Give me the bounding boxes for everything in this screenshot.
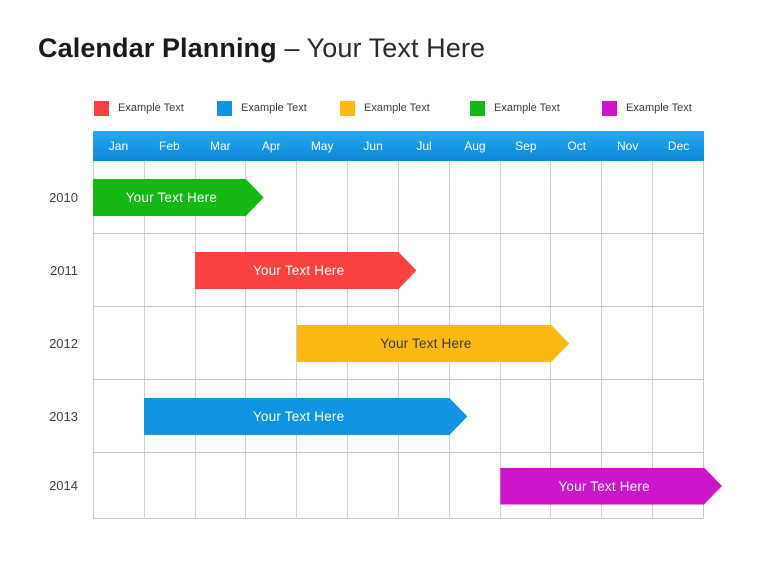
timeline-bar-label-2013: Your Text Here [252, 409, 345, 424]
calendar-cell-2014-may[interactable] [297, 453, 349, 519]
calendar-cell-2010-may[interactable] [297, 161, 349, 233]
calendar-cell-2010-jun[interactable] [348, 161, 399, 233]
legend-swatch-yellow [340, 100, 355, 116]
calendar-cell-2012-feb[interactable] [145, 307, 196, 379]
month-header-oct[interactable]: Oct [551, 131, 602, 161]
legend-swatch-green [470, 100, 485, 116]
calendar-cell-2011-aug[interactable] [450, 234, 501, 306]
legend-item-2[interactable]: Example Text [217, 99, 307, 117]
calendar-cell-2010-jul[interactable] [399, 161, 450, 233]
page-title: Calendar Planning – Your Text Here [38, 33, 485, 64]
month-header-dec[interactable]: Dec [653, 131, 704, 161]
month-header-row: Jan Feb Mar Apr May Jun Jul Aug Sep Oct Nov Dec [93, 131, 704, 161]
legend-swatch-red [94, 100, 109, 116]
calendar-cell-2010-dec[interactable] [653, 161, 703, 233]
calendar-cell-2014-feb[interactable] [145, 453, 196, 519]
calendar-cell-2011-jan[interactable] [94, 234, 145, 306]
legend-item-1[interactable]: Example Text [94, 99, 184, 117]
month-header-jun[interactable]: Jun [348, 131, 399, 161]
calendar-cell-2014-mar[interactable] [196, 453, 247, 519]
timeline-bar-2010[interactable]: Your Text Here [93, 179, 264, 216]
calendar-cell-2011-oct[interactable] [551, 234, 603, 306]
month-header-may[interactable]: May [297, 131, 348, 161]
calendar-cell-2011-feb[interactable] [145, 234, 196, 306]
legend-item-4[interactable]: Example Text [470, 99, 560, 117]
calendar-cell-2013-nov[interactable] [602, 380, 654, 452]
month-header-apr[interactable]: Apr [246, 131, 297, 161]
calendar-cell-2011-nov[interactable] [602, 234, 654, 306]
legend-swatch-magenta [602, 100, 617, 116]
calendar-cell-2013-oct[interactable] [551, 380, 603, 452]
calendar-cell-2010-nov[interactable] [602, 161, 654, 233]
year-label-2014: 2014 [49, 478, 78, 493]
timeline-bar-2011[interactable]: Your Text Here [194, 252, 417, 289]
calendar-cell-2013-jan[interactable] [94, 380, 145, 452]
calendar-cell-2010-aug[interactable] [450, 161, 501, 233]
page-title-light: – Your Text Here [276, 33, 486, 63]
month-header-sep[interactable]: Sep [500, 131, 551, 161]
legend-item-3[interactable]: Example Text [340, 99, 430, 117]
month-header-mar[interactable]: Mar [195, 131, 246, 161]
calendar-cell-2013-dec[interactable] [653, 380, 703, 452]
legend-label-2: Example Text [241, 101, 307, 114]
legend-label-4: Example Text [494, 101, 560, 114]
timeline-bar-label-2014: Your Text Here [558, 478, 650, 494]
calendar-cell-2012-apr[interactable] [246, 307, 298, 379]
timeline-bar-label-2011: Your Text Here [252, 263, 345, 278]
timeline-bar-2014[interactable]: Your Text Here [500, 467, 722, 505]
page-title-bold: Calendar Planning [38, 33, 277, 63]
timeline-bar-label-2012: Your Text Here [380, 336, 472, 351]
month-header-jan[interactable]: Jan [93, 131, 144, 161]
timeline-bar-2013[interactable]: Your Text Here [143, 398, 468, 435]
month-header-nov[interactable]: Nov [602, 131, 653, 161]
year-label-2011: 2011 [50, 262, 78, 278]
year-axis: 2010 2011 2012 2013 2014 [20, 131, 78, 519]
month-header-feb[interactable]: Feb [144, 131, 195, 161]
calendar-cell-2014-apr[interactable] [246, 453, 298, 519]
month-header-aug[interactable]: Aug [449, 131, 500, 161]
calendar-cell-2011-dec[interactable] [653, 234, 703, 306]
calendar-cell-2014-jul[interactable] [399, 453, 450, 519]
calendar-cell-2014-jan[interactable] [94, 453, 145, 519]
legend-label-1: Example Text [118, 101, 184, 114]
year-label-2010: 2010 [49, 189, 78, 205]
calendar-cell-2014-jun[interactable] [348, 453, 399, 519]
legend-label-3: Example Text [364, 101, 430, 114]
calendar-cell-2012-dec[interactable] [653, 307, 703, 379]
calendar-cell-2013-sep[interactable] [501, 380, 552, 452]
calendar-cell-2012-nov[interactable] [602, 307, 654, 379]
month-header-jul[interactable]: Jul [399, 131, 450, 161]
legend-label-5: Example Text [626, 101, 692, 114]
year-label-2012: 2012 [49, 335, 78, 351]
calendar-cell-2014-aug[interactable] [450, 453, 501, 519]
legend-item-5[interactable]: Example Text [602, 99, 692, 117]
calendar-cell-2010-oct[interactable] [551, 161, 603, 233]
calendar-grid: Jan Feb Mar Apr May Jun Jul Aug Sep Oct Nov Dec You… [93, 131, 722, 519]
calendar-cell-2012-jan[interactable] [94, 307, 145, 379]
timeline-bar-2012[interactable]: Your Text Here [296, 325, 570, 362]
timeline-bar-label-2010: Your Text Here [125, 190, 218, 205]
year-label-2013: 2013 [49, 408, 78, 424]
slide-canvas: Calendar Planning – Your Text Here Examp… [0, 0, 780, 585]
calendar-cell-2011-sep[interactable] [501, 234, 552, 306]
legend-swatch-blue [217, 100, 232, 116]
calendar-cell-2010-sep[interactable] [501, 161, 552, 233]
calendar-cell-2012-mar[interactable] [196, 307, 247, 379]
